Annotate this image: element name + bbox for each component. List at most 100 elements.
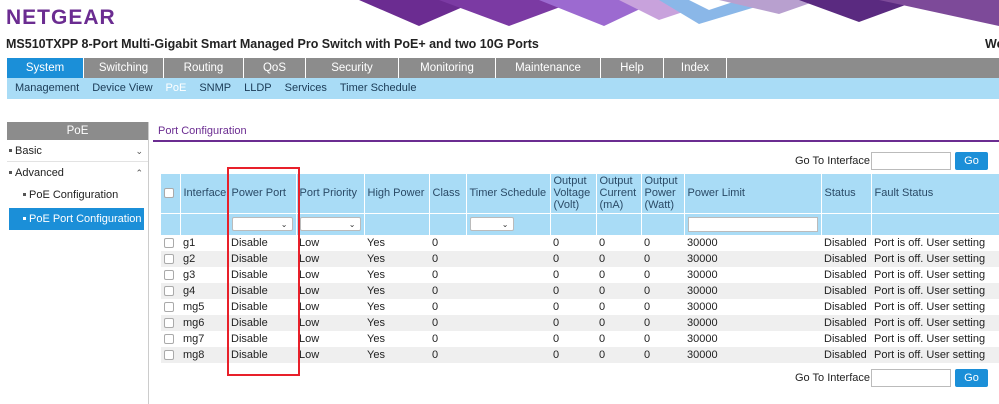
column-header[interactable]: Status xyxy=(821,174,872,213)
column-header[interactable]: Output Power (Watt) xyxy=(641,174,685,213)
row-checkbox[interactable] xyxy=(164,286,174,297)
sub-tab-snmp[interactable]: SNMP xyxy=(199,78,231,99)
power-port-select[interactable]: ⌄ xyxy=(231,217,293,232)
main-tab-maintenance[interactable]: Maintenance xyxy=(496,58,601,78)
cell-status: Disabled xyxy=(821,283,871,299)
sub-tab-services[interactable]: Services xyxy=(285,78,327,99)
cell-power-limit: 30000 xyxy=(684,267,821,283)
column-header[interactable]: Interface xyxy=(180,174,229,213)
cell-port-priority: Low xyxy=(296,283,364,299)
cell-high-power: Yes xyxy=(364,251,429,267)
row-checkbox[interactable] xyxy=(164,350,174,361)
cell-fault-status: Port is off. User setting xyxy=(871,251,999,267)
table-row[interactable]: mg8 Disable Low Yes 0 0 0 0 30000 Disabled Port is… xyxy=(161,347,999,363)
select-all-checkbox[interactable] xyxy=(164,188,174,199)
row-checkbox[interactable] xyxy=(164,334,174,345)
table-row[interactable]: g4 Disable Low Yes 0 0 0 0 30000 Disabled Port is … xyxy=(161,283,999,299)
cell-timer-schedule xyxy=(466,315,550,331)
goto-interface-input[interactable] xyxy=(871,369,951,387)
main-tab-system[interactable]: System xyxy=(7,58,84,78)
column-header[interactable]: High Power xyxy=(364,174,430,213)
main-tab-monitoring[interactable]: Monitoring xyxy=(399,58,496,78)
main-tab-help[interactable]: Help xyxy=(601,58,664,78)
row-checkbox[interactable] xyxy=(164,270,174,281)
cell-power-limit: 30000 xyxy=(684,331,821,347)
cell-status: Disabled xyxy=(821,315,871,331)
cell-port-priority: Low xyxy=(296,235,364,251)
chevron-down-icon: ⌄ xyxy=(348,220,356,230)
chevron-up-icon[interactable]: ⌃ xyxy=(135,162,143,184)
sidebar-item-label: PoE Port Configuration xyxy=(29,213,142,225)
bullet-icon xyxy=(9,170,12,174)
row-checkbox[interactable] xyxy=(164,318,174,329)
row-checkbox-cell xyxy=(161,315,180,331)
timer-schedule-select[interactable]: ⌄ xyxy=(469,217,514,232)
cell-power-limit: 30000 xyxy=(684,235,821,251)
main-tab-security[interactable]: Security xyxy=(306,58,399,78)
column-header[interactable]: Power Port xyxy=(228,174,297,213)
cell-high-power: Yes xyxy=(364,331,429,347)
sidebar-item-advanced[interactable]: Advanced ⌃ xyxy=(7,162,148,184)
cell-port-priority: Low xyxy=(296,299,364,315)
cell-fault-status: Port is off. User setting xyxy=(871,315,999,331)
cell-output-current: 0 xyxy=(596,299,641,315)
go-button[interactable]: Go xyxy=(955,152,988,170)
port-priority-select[interactable]: ⌄ xyxy=(299,217,361,232)
sidebar-title: PoE xyxy=(7,122,148,140)
cell-output-voltage: 0 xyxy=(550,299,596,315)
chevron-down-icon[interactable]: ⌄ xyxy=(135,140,143,162)
cell-high-power: Yes xyxy=(364,315,429,331)
column-header[interactable]: Class xyxy=(429,174,467,213)
sub-tab-poe[interactable]: PoE xyxy=(166,78,187,99)
power-limit-input[interactable] xyxy=(687,216,818,232)
sidebar-item-label: Basic xyxy=(15,145,42,157)
sidebar-item-label: PoE Configuration xyxy=(29,189,119,201)
sidebar-item-poe-configuration[interactable]: PoE Configuration xyxy=(7,184,148,206)
cell-output-voltage: 0 xyxy=(550,267,596,283)
cell-power-limit: 30000 xyxy=(684,315,821,331)
table-row[interactable]: mg6 Disable Low Yes 0 0 0 0 30000 Disabled Port is… xyxy=(161,315,999,331)
main-tab-qos[interactable]: QoS xyxy=(244,58,306,78)
main-tab-switching[interactable]: Switching xyxy=(84,58,164,78)
sub-tab-device-view[interactable]: Device View xyxy=(92,78,152,99)
sidebar-item-basic[interactable]: Basic ⌄ xyxy=(7,140,148,162)
column-header[interactable]: Timer Schedule xyxy=(466,174,551,213)
table-row[interactable]: g3 Disable Low Yes 0 0 0 0 30000 Disabled Port is … xyxy=(161,267,999,283)
cell-output-voltage: 0 xyxy=(550,315,596,331)
column-header[interactable]: Output Current (mA) xyxy=(596,174,642,213)
cell-class: 0 xyxy=(429,299,466,315)
sub-tab-lldp[interactable]: LLDP xyxy=(244,78,272,99)
goto-interface-input[interactable] xyxy=(871,152,951,170)
cell-class: 0 xyxy=(429,331,466,347)
cell-port-priority: Low xyxy=(296,347,364,363)
main-tab-routing[interactable]: Routing xyxy=(164,58,244,78)
row-checkbox-cell xyxy=(161,347,180,363)
table-row[interactable]: g1 Disable Low Yes 0 0 0 0 30000 Disabled Port is … xyxy=(161,235,999,251)
cell-power-port: Disable xyxy=(228,299,296,315)
column-header[interactable]: Port Priority xyxy=(296,174,365,213)
filter-cell xyxy=(180,212,229,235)
cell-output-voltage: 0 xyxy=(550,331,596,347)
table-row[interactable]: g2 Disable Low Yes 0 0 0 0 30000 Disabled Port is … xyxy=(161,251,999,267)
sub-tab-timer-schedule[interactable]: Timer Schedule xyxy=(340,78,417,99)
tab-port-configuration[interactable]: Port Configuration xyxy=(158,125,248,140)
sub-tab-management[interactable]: Management xyxy=(15,78,79,99)
netgear-logo[interactable]: NETGEAR xyxy=(6,6,116,30)
column-header[interactable]: Power Limit xyxy=(684,174,822,213)
row-checkbox[interactable] xyxy=(164,238,174,249)
cell-interface: mg8 xyxy=(180,347,228,363)
go-button[interactable]: Go xyxy=(955,369,988,387)
bullet-icon xyxy=(23,216,26,220)
table-row[interactable]: mg7 Disable Low Yes 0 0 0 0 30000 Disabled Port is… xyxy=(161,331,999,347)
cell-fault-status: Port is off. User setting xyxy=(871,267,999,283)
row-checkbox[interactable] xyxy=(164,302,174,313)
column-header[interactable]: Fault Status xyxy=(871,174,999,213)
table-row[interactable]: mg5 Disable Low Yes 0 0 0 0 30000 Disabled Port is… xyxy=(161,299,999,315)
main-tab-index[interactable]: Index xyxy=(664,58,727,78)
cell-port-priority: Low xyxy=(296,315,364,331)
column-header[interactable]: Output Voltage (Volt) xyxy=(550,174,597,213)
cell-interface: g3 xyxy=(180,267,228,283)
sidebar-item-poe-port-configuration[interactable]: PoE Port Configuration xyxy=(9,208,144,230)
select-all-header xyxy=(161,174,181,213)
row-checkbox[interactable] xyxy=(164,254,174,265)
